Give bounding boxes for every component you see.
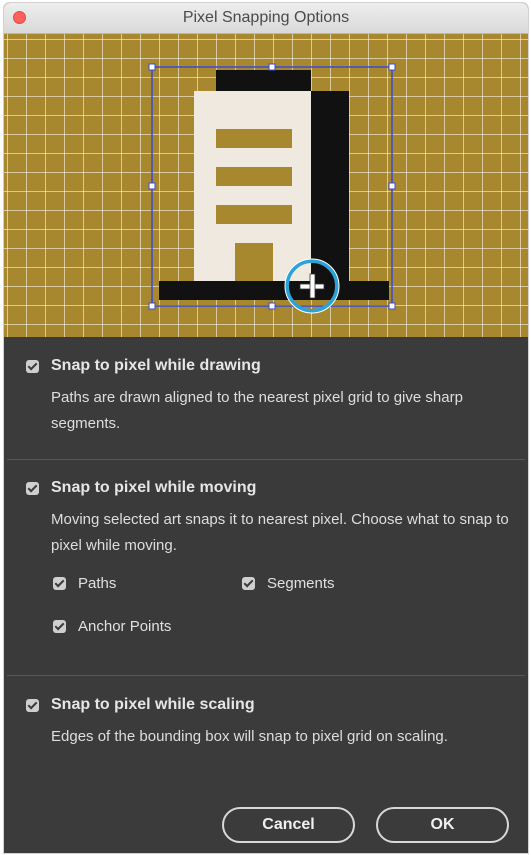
building-icon	[148, 63, 396, 314]
building-window-stripe	[216, 205, 292, 224]
anchor-points-label[interactable]: Anchor Points	[78, 618, 171, 635]
snap-scaling-section: Snap to pixel while scaling Edges of the…	[7, 677, 525, 853]
snap-moving-section: Snap to pixel while moving Moving select…	[7, 459, 525, 676]
building-window-stripe	[216, 167, 292, 186]
snap-drawing-checkbox[interactable]	[26, 360, 39, 373]
paths-label[interactable]: Paths	[78, 575, 116, 592]
building-ground-shape	[159, 281, 389, 300]
snap-drawing-description: Paths are drawn aligned to the nearest p…	[51, 389, 463, 432]
building-door-shape	[235, 243, 273, 281]
ok-button[interactable]: OK	[376, 807, 509, 843]
building-window-stripe	[216, 129, 292, 148]
snap-drawing-section: Snap to pixel while drawing Paths are dr…	[7, 337, 525, 456]
snap-scaling-checkbox[interactable]	[26, 699, 39, 712]
snap-scaling-description: Edges of the bounding box will snap to p…	[51, 728, 448, 745]
segments-label[interactable]: Segments	[267, 575, 335, 592]
building-roof-shape	[216, 70, 311, 91]
preview-area	[4, 34, 528, 337]
snap-scaling-label[interactable]: Snap to pixel while scaling	[51, 696, 255, 714]
building-side-column-shape	[311, 91, 349, 281]
snap-moving-checkbox[interactable]	[26, 482, 39, 495]
paths-checkbox[interactable]	[53, 577, 66, 590]
snap-drawing-label[interactable]: Snap to pixel while drawing	[51, 357, 261, 375]
title-bar[interactable]: Pixel Snapping Options	[4, 3, 528, 34]
anchor-points-checkbox[interactable]	[53, 620, 66, 633]
segments-checkbox[interactable]	[242, 577, 255, 590]
snap-moving-label[interactable]: Snap to pixel while moving	[51, 479, 256, 497]
dialog-title: Pixel Snapping Options	[182, 9, 350, 26]
pixel-snapping-dialog: Pixel Snapping Options Snap to pixel whi…	[4, 3, 528, 853]
cancel-button[interactable]: Cancel	[222, 807, 355, 843]
snap-moving-description: Moving selected art snaps it to nearest …	[51, 511, 509, 554]
